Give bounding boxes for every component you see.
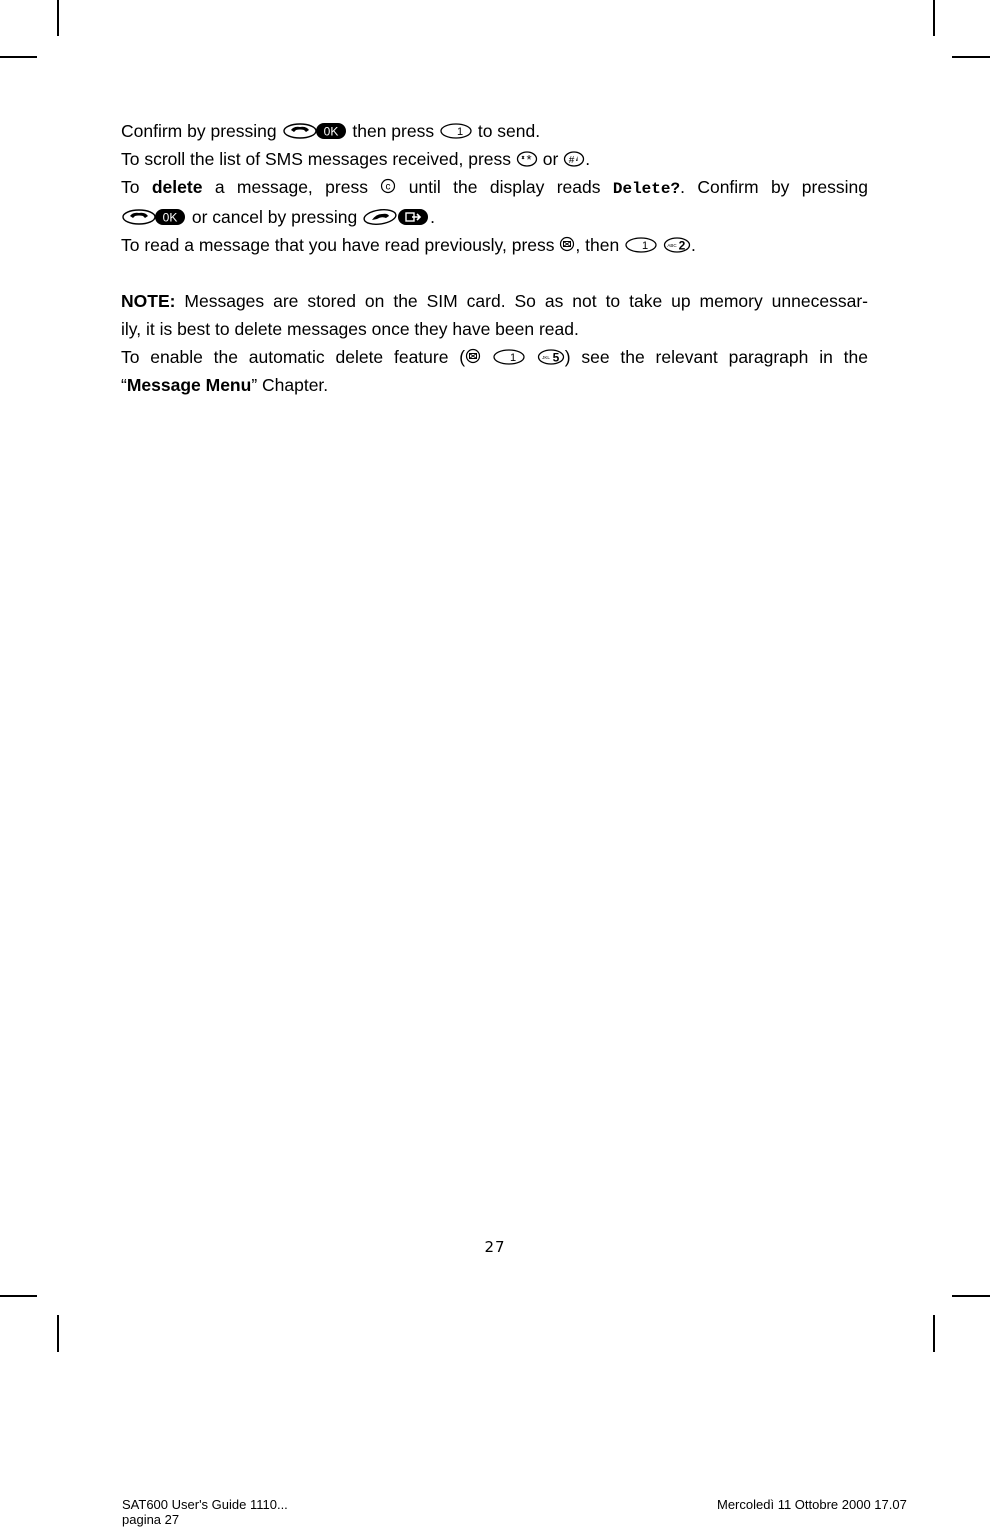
jkl-5-key-icon: JKL 5 — [537, 348, 565, 366]
star-key-label: * — [526, 152, 531, 167]
envelope-key-icon — [465, 348, 481, 366]
text: . Confirm by pressing — [680, 177, 868, 197]
auto-delete-line: To enable the automatic delete feature (… — [121, 343, 868, 371]
key-1-icon: 1 — [439, 122, 473, 140]
send-ok-key-icon: 0K — [282, 122, 348, 140]
crop-mark-bottom-left-vertical — [57, 1315, 59, 1352]
text: or — [542, 149, 559, 169]
read-previous-line: To read a message that you have read pre… — [121, 231, 868, 259]
text: then press — [352, 121, 435, 141]
message-menu-line: “Message Menu” Chapter. — [121, 371, 868, 399]
key-1-label: 1 — [642, 240, 648, 252]
ok-key-label: 0K — [163, 211, 178, 225]
scroll-list-line: To scroll the list of SMS messages recei… — [121, 145, 868, 173]
text: Confirm by pressing — [121, 121, 277, 141]
text: Chapter. — [257, 375, 329, 395]
display-text-delete: Delete? — [612, 180, 681, 198]
text: To scroll the list of SMS messages recei… — [121, 149, 512, 169]
note-text: Messages are stored on the SIM card. So … — [175, 291, 868, 311]
page-content: Confirm by pressing 0K then press 1 to s… — [121, 117, 868, 399]
note-line-2: ily, it is best to delete messages once … — [121, 315, 868, 343]
ok-key-label: 0K — [323, 125, 338, 139]
delete-message-line: To delete a message, press c until the d… — [121, 173, 868, 203]
key-2-label: 2 — [679, 239, 686, 253]
bold-delete: delete — [151, 177, 203, 197]
clear-key-label: c — [386, 182, 391, 193]
text: To read a message that you have read pre… — [121, 235, 555, 255]
note-label: NOTE: — [121, 291, 176, 311]
crop-mark-bottom-right-horizontal — [952, 1295, 990, 1297]
text: . — [430, 207, 435, 227]
crop-mark-bottom-right-vertical — [933, 1315, 935, 1352]
key-1-label: 1 — [510, 352, 516, 364]
text: To enable the automatic delete feature ( — [121, 347, 466, 367]
text: or cancel by pressing — [191, 207, 358, 227]
hash-key-label: # — [569, 155, 575, 166]
confirm-send-line: Confirm by pressing 0K then press 1 to s… — [121, 117, 868, 145]
footer-document-title: SAT600 User's Guide 1110... — [122, 1497, 288, 1512]
note-line-1: NOTE: Messages are stored on the SIM car… — [121, 287, 868, 315]
jkl-label: JKL — [542, 355, 550, 360]
crop-mark-top-right-horizontal — [952, 56, 990, 58]
confirm-cancel-line: 0K or cancel by pressing . — [121, 203, 868, 231]
text: To — [121, 177, 140, 197]
crop-mark-bottom-left-horizontal — [0, 1295, 37, 1297]
key-5-label: 5 — [552, 351, 559, 365]
key-1-icon: 1 — [492, 348, 526, 366]
clear-key-icon: c — [380, 178, 396, 196]
footer-left: SAT600 User's Guide 1110... pagina 27 — [122, 1497, 288, 1527]
text: until the display reads — [408, 177, 601, 197]
key-1-icon: 1 — [624, 236, 658, 254]
star-key-icon: * — [516, 150, 538, 168]
footer-timestamp: Mercoledì 11 Ottobre 2000 17.07 — [717, 1497, 907, 1512]
message-menu-reference: Message Menu — [126, 375, 252, 395]
crop-mark-top-left-horizontal — [0, 56, 37, 58]
crop-mark-top-right-vertical — [933, 0, 935, 36]
send-ok-key-icon: 0K — [121, 208, 187, 226]
footer-page-label: pagina 27 — [122, 1512, 180, 1527]
envelope-key-icon — [559, 236, 575, 254]
text: ) see the relevant paragraph in the — [564, 347, 868, 367]
text: a message, press — [214, 177, 368, 197]
abc-label: ABC — [667, 243, 677, 248]
page-number: 27 — [484, 1238, 506, 1256]
hash-key-icon: # — [563, 150, 585, 168]
text: , then — [575, 235, 620, 255]
key-1-label: 1 — [457, 126, 463, 138]
crop-mark-top-left-vertical — [57, 0, 59, 36]
end-exit-key-icon — [362, 208, 430, 226]
text: . — [585, 149, 591, 169]
note-text: ily, it is best to delete messages once … — [121, 319, 579, 339]
abc-2-key-icon: ABC 2 — [663, 236, 691, 254]
text: to send. — [477, 121, 541, 141]
text: . — [690, 235, 696, 255]
